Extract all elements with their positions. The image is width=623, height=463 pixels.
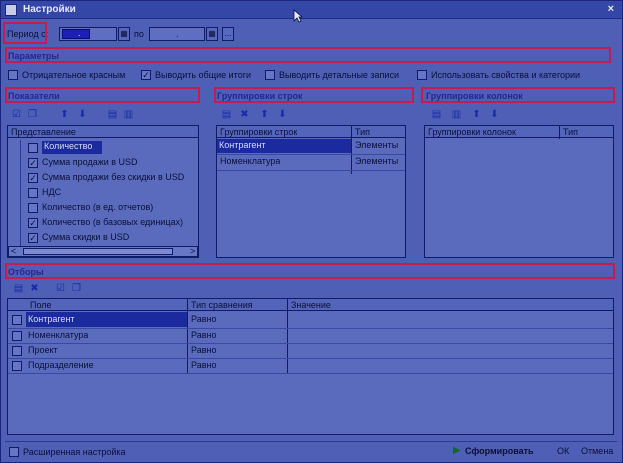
list-item[interactable]: ✓ Сумма скидки в USD (20, 231, 198, 245)
show-details-checkbox[interactable] (265, 70, 275, 80)
delete-col-group-icon[interactable]: ▥ (451, 109, 462, 120)
col-group-down-icon[interactable]: ⬇ (489, 109, 500, 120)
mouse-cursor-icon (293, 9, 303, 23)
list-item[interactable]: ✓ Количество (в базовых единицах) (20, 216, 198, 230)
table-row[interactable]: Проект (28, 345, 58, 355)
table-cell[interactable]: Равно (191, 360, 216, 370)
filters-col-field: Поле (30, 300, 52, 310)
negative-red-checkbox[interactable] (8, 70, 18, 80)
cancel-button[interactable]: Отмена (581, 446, 613, 456)
filter-checkbox[interactable] (12, 315, 22, 325)
table-cell[interactable]: Равно (191, 330, 216, 340)
col-groups-col-name: Группировки колонок (428, 127, 516, 137)
copy-filter-icon[interactable]: ❐ (71, 283, 82, 294)
row-groups-col-name: Группировки строк (220, 127, 298, 137)
sort-asc-icon[interactable]: ▤ (107, 109, 118, 120)
col-groups-col-type: Тип (563, 127, 579, 137)
group-up-icon[interactable]: ⬆ (259, 109, 270, 120)
annotation-box-period (3, 22, 47, 44)
period-from-field[interactable]: . (59, 27, 117, 41)
list-item[interactable]: ✓ Сумма продажи в USD (20, 156, 198, 170)
annotation-box-params (5, 47, 611, 63)
filter-checkbox[interactable] (12, 346, 22, 356)
filters-col-value: Значение (291, 300, 331, 310)
annotation-box-col-groups (421, 87, 615, 103)
annotation-box-row-groups (214, 87, 414, 103)
filters-table[interactable]: Поле Тип сравнения Значение Контрагент Р… (7, 298, 614, 435)
generate-icon: ▶ (453, 445, 461, 456)
use-properties-checkbox[interactable] (417, 70, 427, 80)
indicators-tree[interactable]: Представление Количество ✓ Сумма продажи… (7, 125, 199, 258)
extended-settings-checkbox[interactable] (9, 447, 19, 457)
calendar-from-icon[interactable]: ▦ (118, 27, 130, 41)
list-item[interactable]: Количество (20, 141, 198, 155)
calendar-to-icon[interactable]: ▦ (206, 27, 218, 41)
list-item[interactable]: ✓ Сумма продажи без скидки в USD (20, 171, 198, 185)
list-item[interactable]: Количество (в ед. отчетов) (20, 201, 198, 215)
table-row[interactable]: Номенклатура (220, 156, 280, 166)
table-cell[interactable]: Равно (191, 314, 216, 324)
check-all-icon[interactable]: ☑ (11, 109, 22, 120)
annotation-box-indicators (5, 87, 200, 103)
add-group-icon[interactable]: ▤ (221, 109, 232, 120)
col-groups-table[interactable]: Группировки колонок Тип (424, 125, 614, 258)
generate-button[interactable]: Сформировать (465, 446, 534, 456)
title-bar: Настройки × (1, 1, 622, 19)
annotation-box-filters (5, 263, 615, 279)
copy-icon[interactable]: ❐ (27, 109, 38, 120)
delete-group-icon[interactable]: ✖ (239, 109, 250, 120)
table-cell: Элементы (355, 140, 399, 150)
move-up-icon[interactable]: ⬆ (59, 109, 70, 120)
filter-checkbox[interactable] (12, 331, 22, 341)
sort-desc-icon[interactable]: ▥ (123, 109, 134, 120)
period-choose-button[interactable]: ... (222, 27, 234, 41)
close-icon[interactable]: × (608, 3, 614, 15)
table-cell[interactable]: Равно (191, 345, 216, 355)
use-properties-label: Использовать свойства и категории (431, 70, 581, 80)
check-filters-icon[interactable]: ☑ (55, 283, 66, 294)
table-row[interactable]: Контрагент (217, 139, 351, 153)
add-filter-icon[interactable]: ▤ (13, 283, 24, 294)
show-totals-checkbox[interactable]: ✓ (141, 70, 151, 80)
settings-window: Настройки × Период с: . ▦ по . ▦ ... Пар… (0, 0, 623, 463)
indicators-column: Представление (11, 127, 76, 137)
table-row[interactable]: Номенклатура (28, 330, 88, 340)
period-to-field[interactable]: . (149, 27, 205, 41)
col-group-up-icon[interactable]: ⬆ (471, 109, 482, 120)
show-details-label: Выводить детальные записи (279, 70, 399, 80)
filters-col-compare: Тип сравнения (191, 300, 253, 310)
period-to-label: по (134, 29, 144, 39)
show-totals-label: Выводить общие итоги (155, 70, 252, 80)
add-col-group-icon[interactable]: ▤ (431, 109, 442, 120)
app-icon (5, 3, 17, 16)
window-title: Настройки (23, 4, 76, 15)
row-groups-col-type: Тип (355, 127, 371, 137)
table-row[interactable]: Контрагент (26, 312, 187, 327)
move-down-icon[interactable]: ⬇ (77, 109, 88, 120)
extended-settings-label: Расширенная настройка (23, 447, 126, 457)
table-row[interactable]: Подразделение (28, 360, 94, 370)
delete-filter-icon[interactable]: ✖ (29, 283, 40, 294)
filter-checkbox[interactable] (12, 361, 22, 371)
table-cell: Элементы (355, 156, 399, 166)
indicators-hscrollbar[interactable]: < > (8, 246, 198, 257)
group-down-icon[interactable]: ⬇ (277, 109, 288, 120)
list-item[interactable]: НДС (20, 186, 198, 200)
row-groups-table[interactable]: Группировки строк Тип Контрагент Элемент… (216, 125, 406, 258)
negative-red-label: Отрицательное красным (22, 70, 126, 80)
ok-button[interactable]: ОК (557, 446, 569, 456)
